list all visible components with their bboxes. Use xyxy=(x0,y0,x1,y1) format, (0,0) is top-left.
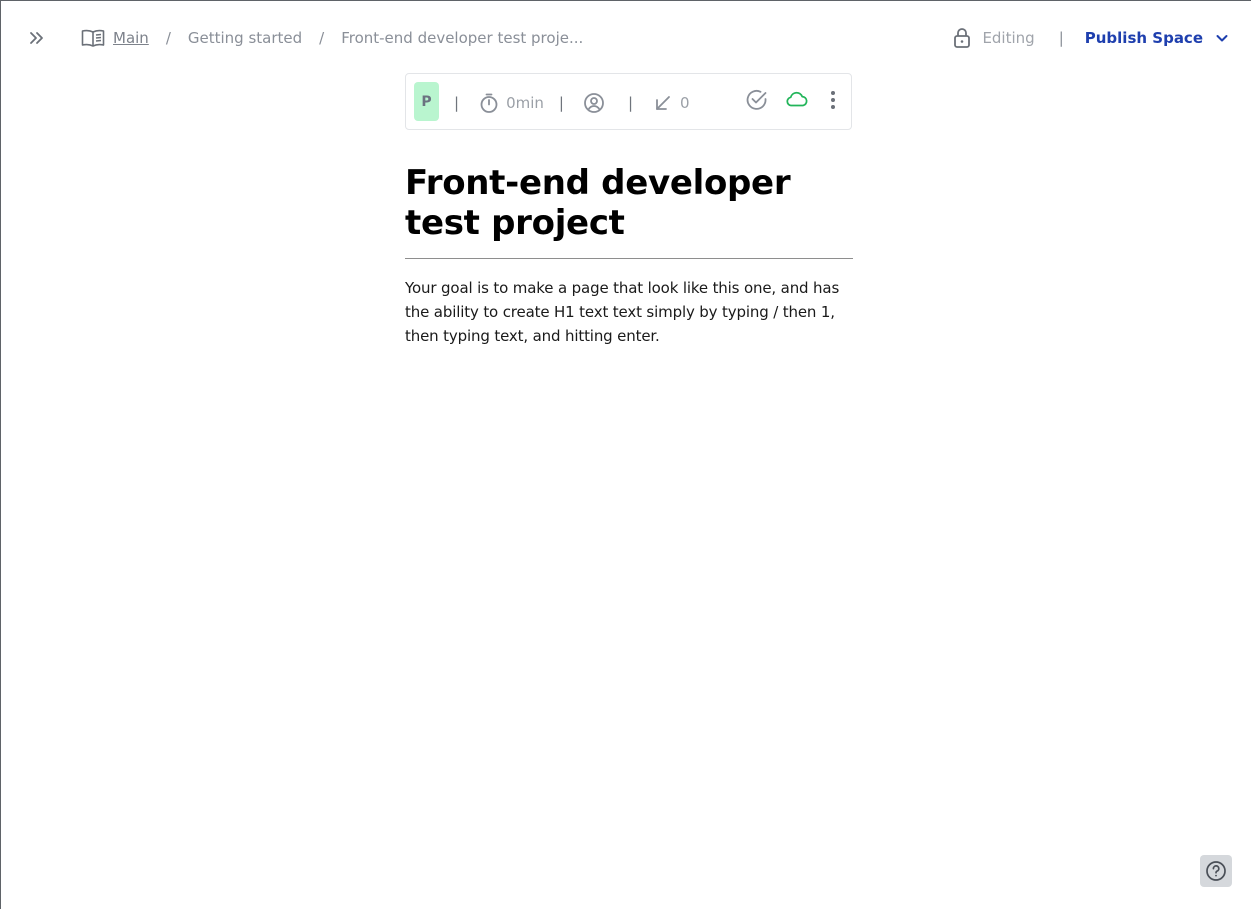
breadcrumb-separator: / xyxy=(319,29,325,47)
body-paragraph[interactable]: Your goal is to make a page that look li… xyxy=(405,276,853,348)
editing-mode-label[interactable]: Editing xyxy=(982,29,1034,47)
top-bar: Main / Getting started / Front-end devel… xyxy=(0,20,1252,56)
page-actions xyxy=(745,87,841,113)
page-title[interactable]: Front-end developer test project xyxy=(405,163,853,259)
page-info-bar: P | 0min | | 0 xyxy=(405,73,852,130)
chevron-down-icon[interactable] xyxy=(1214,30,1230,46)
help-button[interactable] xyxy=(1200,855,1232,887)
lock-icon[interactable] xyxy=(952,26,972,50)
avatar[interactable]: P xyxy=(414,82,439,121)
meta-divider: | xyxy=(627,94,634,112)
document: Front-end developer test project Your go… xyxy=(405,163,853,348)
breadcrumb-getting-started[interactable]: Getting started xyxy=(188,29,302,47)
backlinks-count: 0 xyxy=(680,94,690,112)
open-book-icon xyxy=(81,28,105,48)
header-divider: | xyxy=(1058,29,1064,47)
breadcrumb-separator: / xyxy=(165,29,171,47)
stopwatch-icon xyxy=(478,92,500,114)
help-circle-icon xyxy=(1205,860,1227,882)
publish-space-button[interactable]: Publish Space xyxy=(1085,29,1203,47)
more-vertical-icon[interactable] xyxy=(825,88,841,112)
meta-divider: | xyxy=(558,94,564,112)
arrow-down-left-icon[interactable] xyxy=(652,92,674,114)
user-circle-icon[interactable] xyxy=(583,92,605,114)
breadcrumb-main-link[interactable]: Main xyxy=(113,29,149,47)
meta-divider: | xyxy=(454,94,460,112)
breadcrumb: Main / Getting started / Front-end devel… xyxy=(81,28,583,48)
header-actions: Editing | Publish Space xyxy=(952,25,1230,51)
breadcrumb-current-page[interactable]: Front-end developer test proje... xyxy=(341,29,583,47)
check-circle-icon[interactable] xyxy=(745,88,769,112)
double-chevron-right-icon[interactable] xyxy=(26,27,48,49)
page-meta: | 0min | | 0 xyxy=(454,91,690,115)
window-frame xyxy=(0,0,1251,909)
read-time: 0min xyxy=(506,94,544,112)
cloud-icon[interactable] xyxy=(785,88,809,112)
